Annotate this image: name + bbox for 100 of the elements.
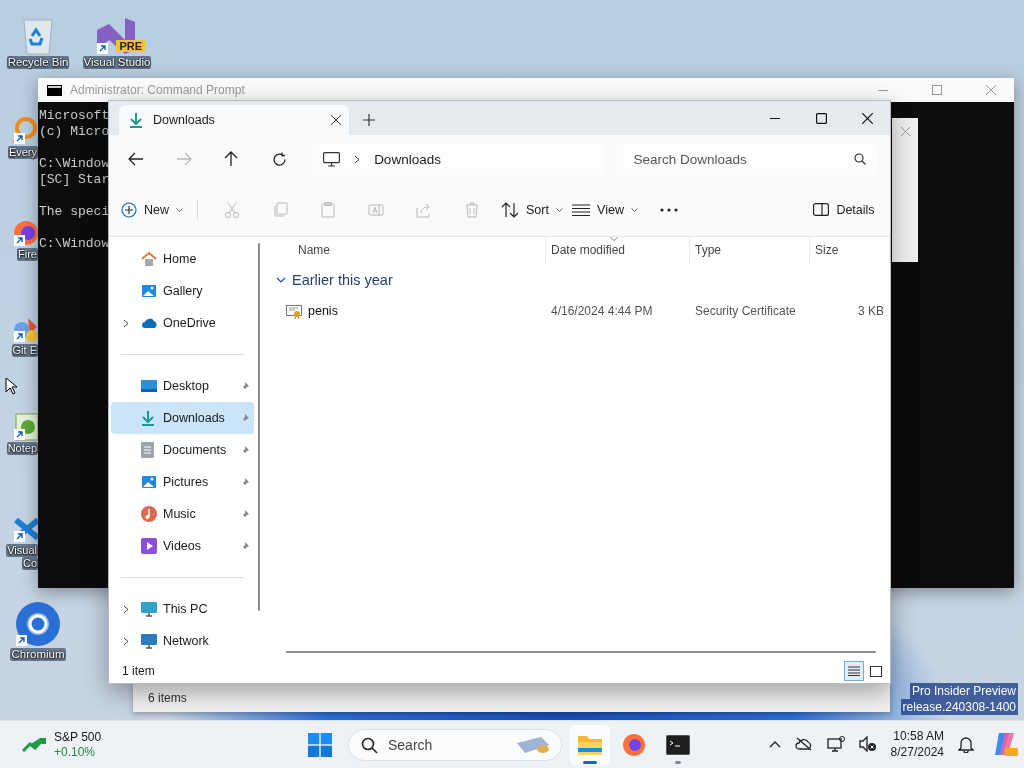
nav-item[interactable]: Downloads	[111, 402, 255, 434]
nav-item[interactable]: Desktop	[111, 370, 255, 402]
nav-item[interactable]: Network	[111, 625, 255, 657]
desktop-icon-label[interactable]: Visual Studio	[82, 56, 152, 69]
copy-icon	[272, 201, 288, 218]
item-count: 1 item	[122, 664, 155, 678]
maximize-icon	[932, 85, 942, 95]
nav-item[interactable]: Documents	[111, 434, 255, 466]
watermark-text: release.240308-1400	[900, 699, 1018, 715]
chevron-right-icon[interactable]	[123, 636, 129, 646]
window-title: Administrator: Command Prompt	[70, 83, 245, 97]
certificate-icon	[286, 303, 302, 319]
network-monitor-icon[interactable]	[826, 736, 845, 752]
column-header[interactable]: Size	[810, 237, 890, 263]
close-icon[interactable]	[331, 115, 341, 125]
windows-logo-icon	[308, 733, 332, 757]
trash-icon	[465, 201, 479, 218]
date-text: 8/27/2024	[890, 744, 944, 760]
nav-item[interactable]: Music	[111, 498, 255, 530]
stock-widget[interactable]: S&P 500 +0.10%	[18, 724, 106, 765]
volume-muted-icon[interactable]	[858, 736, 877, 752]
chevron-right-icon	[354, 154, 361, 164]
bell-icon[interactable]	[958, 735, 974, 753]
folder-icon	[578, 734, 602, 756]
group-header[interactable]: Earlier this year	[270, 263, 890, 297]
nav-item[interactable]: Pictures	[111, 466, 255, 498]
chromium-icon	[14, 600, 62, 648]
time-text: 10:58 AM	[893, 728, 944, 744]
chevron-right-icon[interactable]	[123, 318, 129, 328]
sort-icon	[501, 201, 520, 218]
minimize-icon	[770, 117, 780, 119]
terminal-icon	[666, 735, 690, 755]
console-line: (c) Micro	[39, 124, 110, 139]
details-view-button[interactable]	[844, 661, 864, 681]
search-box[interactable]: Search Downloads	[617, 143, 878, 175]
house-icon	[141, 251, 157, 267]
music-icon	[141, 506, 157, 522]
breadcrumb-item[interactable]: Downloads	[374, 151, 441, 167]
chevron-right-icon[interactable]	[123, 604, 129, 614]
file-row[interactable]: penis 4/16/2024 4:44 PM Security Certificate 3 KB	[270, 297, 890, 325]
maximize-icon	[815, 112, 827, 124]
details-pane-icon	[813, 203, 830, 216]
tiles-view-icon	[870, 665, 882, 677]
nav-item[interactable]: This PC	[111, 593, 255, 625]
nav-item[interactable]: Videos	[111, 530, 255, 562]
cloud-off-icon[interactable]	[794, 737, 813, 751]
list-view-icon	[572, 203, 591, 216]
console-line: C:\Window	[39, 236, 110, 251]
tab[interactable]: Downloads	[119, 105, 349, 135]
firefox-icon	[622, 733, 646, 757]
console-line: The speci	[39, 204, 110, 219]
taskbar-search-button[interactable]: Search	[348, 729, 562, 761]
refresh-icon	[271, 151, 287, 167]
download-icon	[129, 112, 143, 128]
column-header[interactable]: Type	[690, 237, 810, 263]
rename-icon	[368, 201, 384, 218]
video-icon	[141, 538, 157, 554]
chevron-up-icon[interactable]	[768, 740, 781, 748]
console-line: Microsoft	[39, 108, 110, 123]
column-header[interactable]: Date modified	[546, 237, 690, 263]
new-button[interactable]: New	[121, 192, 183, 227]
recycle-bin-icon	[20, 16, 56, 56]
scrollbar[interactable]	[286, 651, 876, 653]
search-field[interactable]: Search Downloads	[631, 150, 854, 168]
document-icon	[141, 442, 154, 458]
nav-item[interactable]: Home	[111, 243, 255, 275]
stock-name: S&P 500	[54, 729, 102, 745]
plus-icon	[363, 114, 375, 126]
watermark-text: Pro Insider Preview	[909, 683, 1018, 699]
forward-arrow-icon	[175, 152, 192, 166]
plus-circle-icon	[121, 201, 137, 218]
type-cell-text: Security Certificate	[694, 304, 797, 318]
clock[interactable]: 10:58 AM 8/27/2024	[890, 728, 944, 760]
close-icon	[900, 127, 910, 136]
copilot-icon[interactable]	[992, 731, 1018, 757]
view-button[interactable]: View	[572, 192, 638, 227]
cloud-icon	[141, 317, 159, 329]
up-arrow-icon	[224, 151, 239, 167]
close-icon	[861, 112, 873, 124]
nav-item[interactable]: Gallery	[111, 275, 255, 307]
status-text: 6 items	[148, 691, 187, 705]
column-header[interactable]: Name	[270, 237, 546, 263]
share-icon	[416, 201, 432, 218]
details-button[interactable]: Details	[808, 192, 880, 227]
scrollbar[interactable]	[258, 243, 260, 611]
size-cell-text: 3 KB	[857, 304, 885, 318]
search-icon	[361, 736, 378, 754]
monitor-icon	[141, 633, 157, 649]
nav-item[interactable]: OneDrive	[111, 307, 255, 339]
file-name: penis	[308, 304, 338, 318]
picture-icon	[141, 474, 157, 490]
sort-button[interactable]: Sort	[500, 192, 564, 227]
preview-badge: PRE	[116, 40, 145, 52]
more-icon	[660, 207, 678, 212]
date-modified-cell-text: 4/16/2024 4:44 PM	[550, 304, 654, 318]
search-icon	[854, 153, 866, 165]
close-icon	[986, 85, 996, 95]
address-bar[interactable]: Downloads	[313, 143, 606, 175]
stock-chart-icon	[22, 737, 46, 752]
clipboard-icon	[321, 201, 335, 218]
